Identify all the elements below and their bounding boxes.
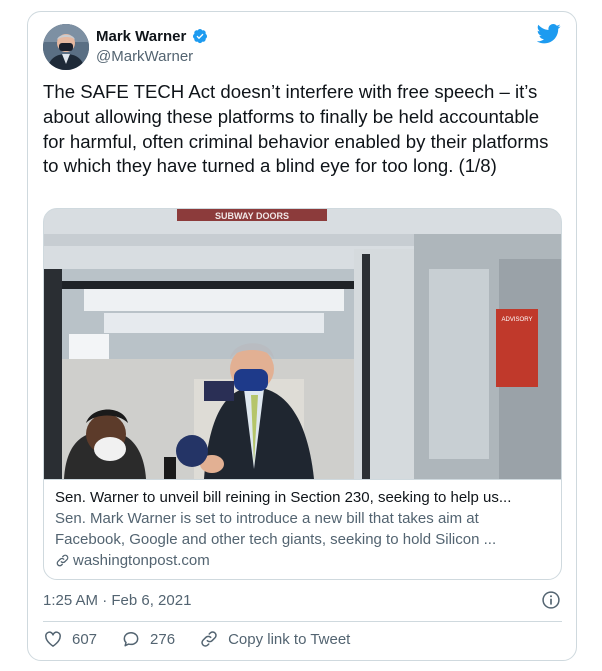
link-icon <box>56 554 69 567</box>
tweet-actions: 607 276 Copy link to Tweet <box>43 629 374 649</box>
link-preview-body[interactable]: Sen. Warner to unveil bill reining in Se… <box>44 479 561 579</box>
subway-sign-text: SUBWAY DOORS <box>215 211 289 221</box>
reply-count: 276 <box>150 630 176 648</box>
link-icon <box>201 631 217 647</box>
like-button[interactable]: 607 <box>43 629 97 649</box>
tweet-card: Mark Warner @MarkWarner The SAFE TECH Ac… <box>27 11 577 661</box>
tweet-text: The SAFE TECH Act doesn’t interfere with… <box>43 81 549 177</box>
link-preview-title[interactable]: Sen. Warner to unveil bill reining in Se… <box>55 488 552 508</box>
author-handle[interactable]: @MarkWarner <box>96 48 193 65</box>
link-preview-domain[interactable]: washingtonpost.com <box>55 550 552 571</box>
reply-bubble-icon <box>123 632 139 647</box>
divider <box>43 621 562 622</box>
advisory-sign-text: ADVISORY <box>502 317 533 323</box>
info-icon[interactable] <box>541 590 561 610</box>
copy-link-button[interactable]: Copy link to Tweet <box>199 629 350 649</box>
link-domain-text: washingtonpost.com <box>73 552 210 569</box>
twitter-bird-icon[interactable] <box>537 24 561 44</box>
link-preview-image[interactable]: SUBWAY DOORS ADVISORY <box>44 209 561 479</box>
like-count: 607 <box>72 630 98 648</box>
reply-button[interactable]: 276 <box>121 629 175 649</box>
verified-badge-icon <box>193 29 207 44</box>
avatar[interactable] <box>43 24 89 70</box>
link-preview-description: Sen. Mark Warner is set to introduce a n… <box>55 510 497 548</box>
copy-link-label: Copy link to Tweet <box>228 630 351 648</box>
author-name[interactable]: Mark Warner <box>96 28 186 45</box>
heart-icon <box>45 631 61 647</box>
tweet-timestamp[interactable]: 1:25 AM · Feb 6, 2021 <box>43 592 191 609</box>
link-preview-card[interactable]: SUBWAY DOORS ADVISORY Sen. Warner to unv… <box>43 208 562 580</box>
